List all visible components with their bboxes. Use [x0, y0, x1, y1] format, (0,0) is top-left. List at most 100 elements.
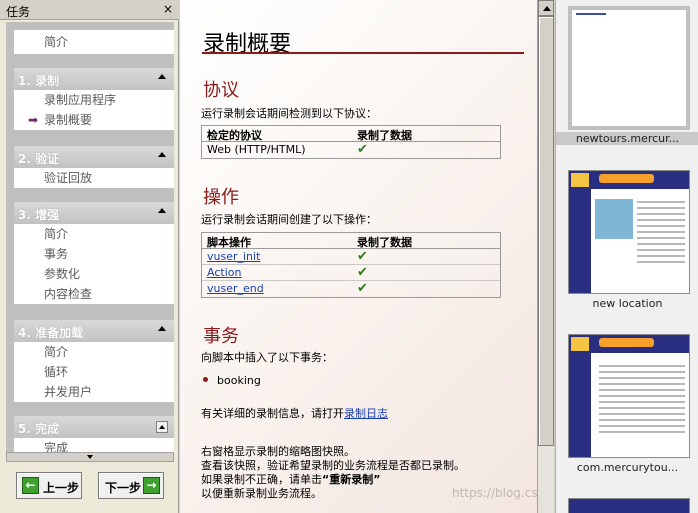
task-item-parameterize[interactable]: 参数化	[14, 264, 174, 284]
group-title: 5. 完成	[18, 422, 60, 436]
thumbnail-caption-1[interactable]: newtours.mercur...	[556, 132, 698, 145]
check-icon: ✔	[357, 265, 368, 280]
check-icon: ✔	[357, 281, 368, 296]
bullet-icon	[203, 377, 208, 382]
collapse-arrow-icon[interactable]	[158, 74, 166, 79]
title-divider	[202, 52, 524, 54]
transaction-item: booking	[217, 374, 261, 387]
table-row: vuser_init ✔	[202, 249, 500, 265]
site-header	[569, 499, 689, 513]
task-item-finish[interactable]: 完成	[14, 438, 174, 452]
thumbnail-2[interactable]	[568, 170, 690, 294]
task-item-transactions[interactable]: 事务	[14, 244, 174, 264]
protocols-heading: 协议	[203, 80, 239, 101]
task-item-label: 录制概要	[44, 113, 93, 127]
group-title: 1. 录制	[18, 74, 60, 88]
table-row: Web (HTTP/HTML) ✔	[202, 142, 500, 158]
group-verify: 2. 验证 验证回放	[14, 146, 174, 188]
group-record: 1. 录制 录制应用程序 ➡ 录制概要	[14, 68, 174, 130]
group-prepare-load: 4. 准备加载 简介 循环 并发用户	[14, 320, 174, 402]
table-header-row: 检定的协议 录制了数据	[202, 126, 500, 142]
group-header-prepare-load[interactable]: 4. 准备加载	[14, 320, 174, 342]
protocols-intro: 运行录制会话期间检测到以下协议：	[201, 107, 377, 120]
task-list: 简介 1. 录制 录制应用程序 ➡ 录制概要 2. 验证 验证回放 3. 增强 …	[6, 22, 174, 452]
rerecord-label: “重新录制”	[322, 473, 381, 486]
task-pane-header: 任务 ×	[0, 0, 179, 20]
task-item-content-check[interactable]: 内容检查	[14, 284, 174, 304]
collapse-arrow-icon[interactable]	[158, 152, 166, 157]
task-pane-scrollbar[interactable]	[6, 452, 174, 462]
group-title: 3. 增强	[18, 208, 60, 222]
next-step-button[interactable]: 下一步 →	[98, 472, 164, 499]
collapse-arrow-icon[interactable]	[156, 421, 168, 433]
site-logo	[571, 173, 589, 187]
action-link-action[interactable]: Action	[207, 266, 241, 279]
task-item-record-app[interactable]: 录制应用程序	[14, 90, 174, 110]
group-header-enhance[interactable]: 3. 增强	[14, 202, 174, 224]
log-info: 有关详细的录制信息，请打开录制日志	[201, 405, 388, 421]
table-header-row: 脚本操作 录制了数据	[202, 233, 500, 249]
task-item-verify-replay[interactable]: 验证回放	[14, 168, 174, 188]
snapshot-thumbnails: newtours.mercur... new location com.merc…	[555, 0, 698, 513]
protocol-name: Web (HTTP/HTML)	[207, 143, 306, 156]
action-link-vuser-end[interactable]: vuser_end	[207, 282, 264, 295]
actions-intro: 运行录制会话期间创建了以下操作：	[201, 213, 377, 226]
group-header-finish[interactable]: 5. 完成	[14, 416, 174, 438]
watermark: https://blog.csdn.net/@51CTO博客	[452, 486, 537, 500]
check-icon: ✔	[357, 249, 368, 264]
next-step-label: 下一步	[105, 481, 142, 495]
transactions-intro: 向脚本中插入了以下事务：	[201, 351, 333, 364]
table-row: vuser_end ✔	[202, 281, 500, 297]
thumbnail-4[interactable]	[568, 498, 690, 513]
actions-table: 脚本操作 录制了数据 vuser_init ✔ Action ✔ vuser_e…	[201, 232, 501, 298]
task-item-intro[interactable]: 简介	[14, 30, 174, 54]
action-link-vuser-init[interactable]: vuser_init	[207, 250, 260, 263]
site-logo	[571, 337, 589, 351]
recording-log-link[interactable]: 录制日志	[344, 407, 388, 420]
scroll-up-icon[interactable]	[538, 0, 554, 16]
site-sidebar	[569, 189, 591, 293]
column-header: 录制了数据	[357, 129, 412, 142]
group-header-record[interactable]: 1. 录制	[14, 68, 174, 90]
protocols-table: 检定的协议 录制了数据 Web (HTTP/HTML) ✔	[201, 125, 501, 159]
collapse-arrow-icon[interactable]	[158, 326, 166, 331]
group-header-verify[interactable]: 2. 验证	[14, 146, 174, 168]
thumbnail-caption-2[interactable]: new location	[556, 297, 698, 310]
thumbnail-content	[576, 13, 606, 15]
actions-heading: 操作	[203, 187, 239, 208]
thumbnail-caption-3[interactable]: com.mercurytou...	[556, 461, 698, 474]
table-row: Action ✔	[202, 265, 500, 281]
prev-step-button[interactable]: ← 上一步	[16, 472, 82, 499]
collapse-arrow-icon[interactable]	[158, 208, 166, 213]
site-sidebar	[569, 353, 591, 457]
thumbnail-3[interactable]	[568, 334, 690, 458]
site-image	[595, 199, 633, 239]
group-enhance: 3. 增强 简介 事务 参数化 内容检查	[14, 202, 174, 304]
task-item-loop[interactable]: 循环	[14, 362, 174, 382]
column-header: 检定的协议	[207, 129, 262, 142]
log-info-text: 有关详细的录制信息，请打开	[201, 407, 344, 420]
footer-line-4: 以便重新录制业务流程。	[201, 487, 322, 500]
task-pane: 任务 × 简介 1. 录制 录制应用程序 ➡ 录制概要 2. 验证 验证回放 3…	[0, 0, 179, 513]
group-finish: 5. 完成 完成	[14, 416, 174, 452]
scrollbar-thumb[interactable]	[538, 16, 554, 446]
task-item-intro[interactable]: 简介	[14, 224, 174, 244]
site-banner	[599, 338, 654, 347]
column-header: 录制了数据	[357, 236, 412, 249]
back-arrow-icon: ←	[22, 477, 39, 494]
task-item-intro[interactable]: 简介	[14, 342, 174, 362]
current-step-arrow-icon: ➡	[28, 113, 39, 127]
summary-document: 录制概要 协议 运行录制会话期间检测到以下协议： 检定的协议 录制了数据 Web…	[180, 0, 537, 513]
site-banner	[599, 174, 654, 183]
task-item-record-summary[interactable]: ➡ 录制概要	[14, 110, 174, 130]
forward-arrow-icon: →	[143, 477, 160, 494]
group-title: 2. 验证	[18, 152, 60, 166]
close-icon[interactable]: ×	[161, 2, 175, 16]
document-scrollbar[interactable]	[537, 0, 554, 513]
thumbnail-1[interactable]	[568, 6, 690, 130]
check-icon: ✔	[357, 142, 368, 157]
scroll-down-icon[interactable]	[87, 455, 93, 459]
task-item-concurrent-users[interactable]: 并发用户	[14, 382, 174, 402]
column-header: 脚本操作	[207, 236, 251, 249]
transactions-heading: 事务	[203, 326, 239, 347]
